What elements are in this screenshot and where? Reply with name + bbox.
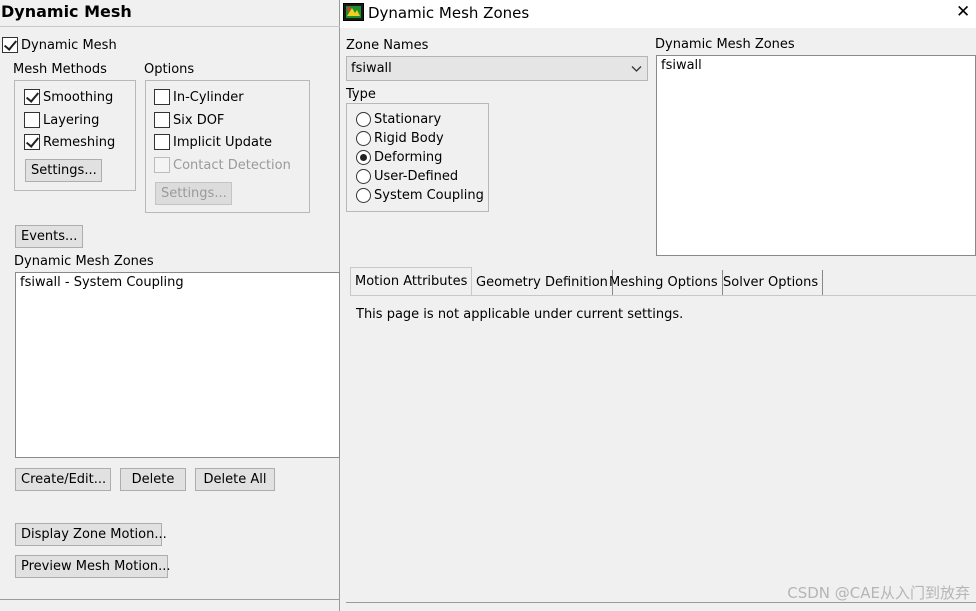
layering-label: Layering	[43, 112, 100, 128]
app-icon	[343, 3, 364, 21]
in-cylinder-checkbox[interactable]	[154, 89, 170, 105]
type-label: Type	[346, 87, 376, 102]
type-option-system-coupling[interactable]: System Coupling	[356, 188, 484, 203]
smoothing-checkbox[interactable]	[24, 89, 40, 105]
type-option-stationary[interactable]: Stationary	[356, 112, 441, 127]
dialog-title: Dynamic Mesh Zones	[368, 4, 530, 22]
radio-system-coupling[interactable]	[356, 188, 371, 203]
list-item[interactable]: fsiwall	[657, 56, 975, 75]
delete-button[interactable]: Delete	[120, 468, 186, 491]
preview-mesh-motion-button[interactable]: Preview Mesh Motion...	[15, 555, 171, 578]
smoothing-label: Smoothing	[43, 89, 114, 105]
zone-names-value: fsiwall	[351, 61, 392, 76]
display-zone-motion-button[interactable]: Display Zone Motion...	[15, 523, 167, 546]
contact-detection-checkbox	[154, 157, 170, 173]
remeshing-label: Remeshing	[43, 134, 116, 150]
radio-label: User-Defined	[374, 169, 459, 184]
tab-message: This page is not applicable under curren…	[356, 307, 684, 322]
zones-list-label: Dynamic Mesh Zones	[14, 254, 154, 269]
type-option-user-defined[interactable]: User-Defined	[356, 169, 458, 184]
create-edit-button[interactable]: Create/Edit...	[15, 468, 111, 491]
dynamic-mesh-zones-dialog: Dynamic Mesh Zones ✕ Zone Names fsiwall …	[340, 0, 976, 611]
smoothing-option[interactable]: Smoothing	[24, 89, 113, 105]
dynamic-mesh-label: Dynamic Mesh	[21, 37, 117, 53]
six-dof-label: Six DOF	[173, 112, 225, 128]
zones-listbox[interactable]: fsiwall - System Coupling	[15, 272, 340, 458]
tab-solver-options[interactable]: Solver Options	[719, 270, 824, 295]
zone-names-label: Zone Names	[346, 38, 429, 53]
zone-names-select[interactable]: fsiwall	[346, 56, 648, 81]
radio-label: Rigid Body	[374, 131, 444, 146]
tab-geometry-definition[interactable]: Geometry Definition	[472, 270, 613, 295]
implicit-update-label: Implicit Update	[173, 134, 273, 150]
options-settings-button: Settings...	[155, 182, 232, 205]
contact-detection-label: Contact Detection	[173, 157, 291, 173]
contact-detection-option: Contact Detection	[154, 157, 291, 173]
tab-meshing-options[interactable]: Meshing Options	[605, 270, 723, 295]
watermark-text: CSDN @CAE从入门到放弃	[787, 584, 970, 602]
six-dof-option[interactable]: Six DOF	[154, 112, 224, 128]
dynamic-mesh-checkbox[interactable]	[2, 37, 18, 53]
radio-user-defined[interactable]	[356, 169, 371, 184]
dialog-titlebar[interactable]: Dynamic Mesh Zones ✕	[340, 0, 976, 28]
events-button[interactable]: Events...	[15, 225, 83, 248]
panel-bottom-divider	[0, 599, 340, 600]
dialog-zones-listbox[interactable]: fsiwall	[656, 55, 976, 256]
type-option-rigid-body[interactable]: Rigid Body	[356, 131, 444, 146]
delete-all-button[interactable]: Delete All	[195, 468, 275, 491]
tab-strip-line	[350, 295, 976, 296]
radio-rigid-body[interactable]	[356, 131, 371, 146]
panel-title: Dynamic Mesh	[1, 2, 132, 21]
title-divider	[0, 26, 340, 27]
layering-option[interactable]: Layering	[24, 112, 99, 128]
six-dof-checkbox[interactable]	[154, 112, 170, 128]
radio-stationary[interactable]	[356, 112, 371, 127]
close-icon[interactable]: ✕	[956, 3, 970, 21]
radio-deforming[interactable]	[356, 150, 371, 165]
options-label: Options	[144, 62, 195, 77]
list-item[interactable]: fsiwall - System Coupling	[16, 273, 339, 292]
type-option-deforming[interactable]: Deforming	[356, 150, 442, 165]
mesh-methods-settings-button[interactable]: Settings...	[25, 159, 102, 182]
implicit-update-option[interactable]: Implicit Update	[154, 134, 272, 150]
radio-label: Deforming	[374, 150, 443, 165]
implicit-update-checkbox[interactable]	[154, 134, 170, 150]
mesh-methods-label: Mesh Methods	[13, 62, 107, 77]
dynamic-mesh-panel: Dynamic Mesh Dynamic Mesh Mesh Methods S…	[0, 0, 340, 611]
in-cylinder-option[interactable]: In-Cylinder	[154, 89, 244, 105]
remeshing-checkbox[interactable]	[24, 134, 40, 150]
chevron-down-icon	[631, 66, 642, 72]
zones-list-label: Dynamic Mesh Zones	[655, 37, 795, 52]
tab-motion-attributes[interactable]: Motion Attributes	[350, 267, 473, 295]
in-cylinder-label: In-Cylinder	[173, 89, 244, 105]
layering-checkbox[interactable]	[24, 112, 40, 128]
remeshing-option[interactable]: Remeshing	[24, 134, 115, 150]
radio-label: System Coupling	[374, 188, 484, 203]
dynamic-mesh-toggle[interactable]: Dynamic Mesh	[2, 37, 117, 53]
radio-label: Stationary	[374, 112, 442, 127]
